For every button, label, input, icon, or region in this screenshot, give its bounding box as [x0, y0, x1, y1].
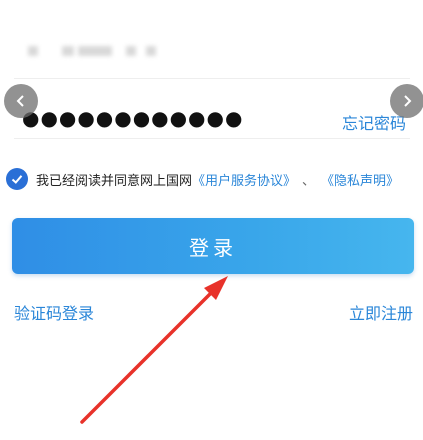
account-field[interactable] [14, 24, 410, 79]
password-field[interactable]: ●●●●●●●●●●●● 忘记密码 [14, 82, 410, 139]
redacted-account-1 [28, 46, 38, 56]
agreement-separator: 、 [302, 173, 316, 189]
redacted-account-3 [78, 46, 112, 56]
login-button[interactable]: 登录 [12, 218, 414, 274]
check-icon [11, 175, 23, 184]
privacy-statement-link[interactable]: 《隐私声明》 [321, 170, 399, 189]
sms-code-login-link[interactable]: 验证码登录 [14, 300, 94, 324]
chevron-right-icon [404, 95, 412, 107]
user-agreement-link[interactable]: 《用户服务协议》 [192, 170, 296, 189]
agreement-text: 我已经阅读并同意网上国网 [36, 173, 193, 189]
agreement-row: 我已经阅读并同意网上国网 《用户服务协议》 、 《隐私声明》 [6, 166, 399, 192]
redacted-account-4 [126, 46, 136, 56]
password-masked-value: ●●●●●●●●●●●● [22, 106, 244, 130]
redacted-account-5 [146, 46, 156, 56]
nav-right-button[interactable] [390, 84, 423, 118]
agreement-checkbox[interactable] [6, 168, 28, 190]
login-screen: ●●●●●●●●●●●● 忘记密码 我已经阅读并同意网上国网 《用户服务协议》 … [0, 0, 423, 440]
chevron-left-icon [16, 95, 24, 107]
register-link[interactable]: 立即注册 [349, 300, 413, 324]
redacted-account-2 [62, 46, 74, 56]
nav-left-button[interactable] [4, 84, 38, 118]
login-button-label: 登录 [189, 235, 237, 260]
